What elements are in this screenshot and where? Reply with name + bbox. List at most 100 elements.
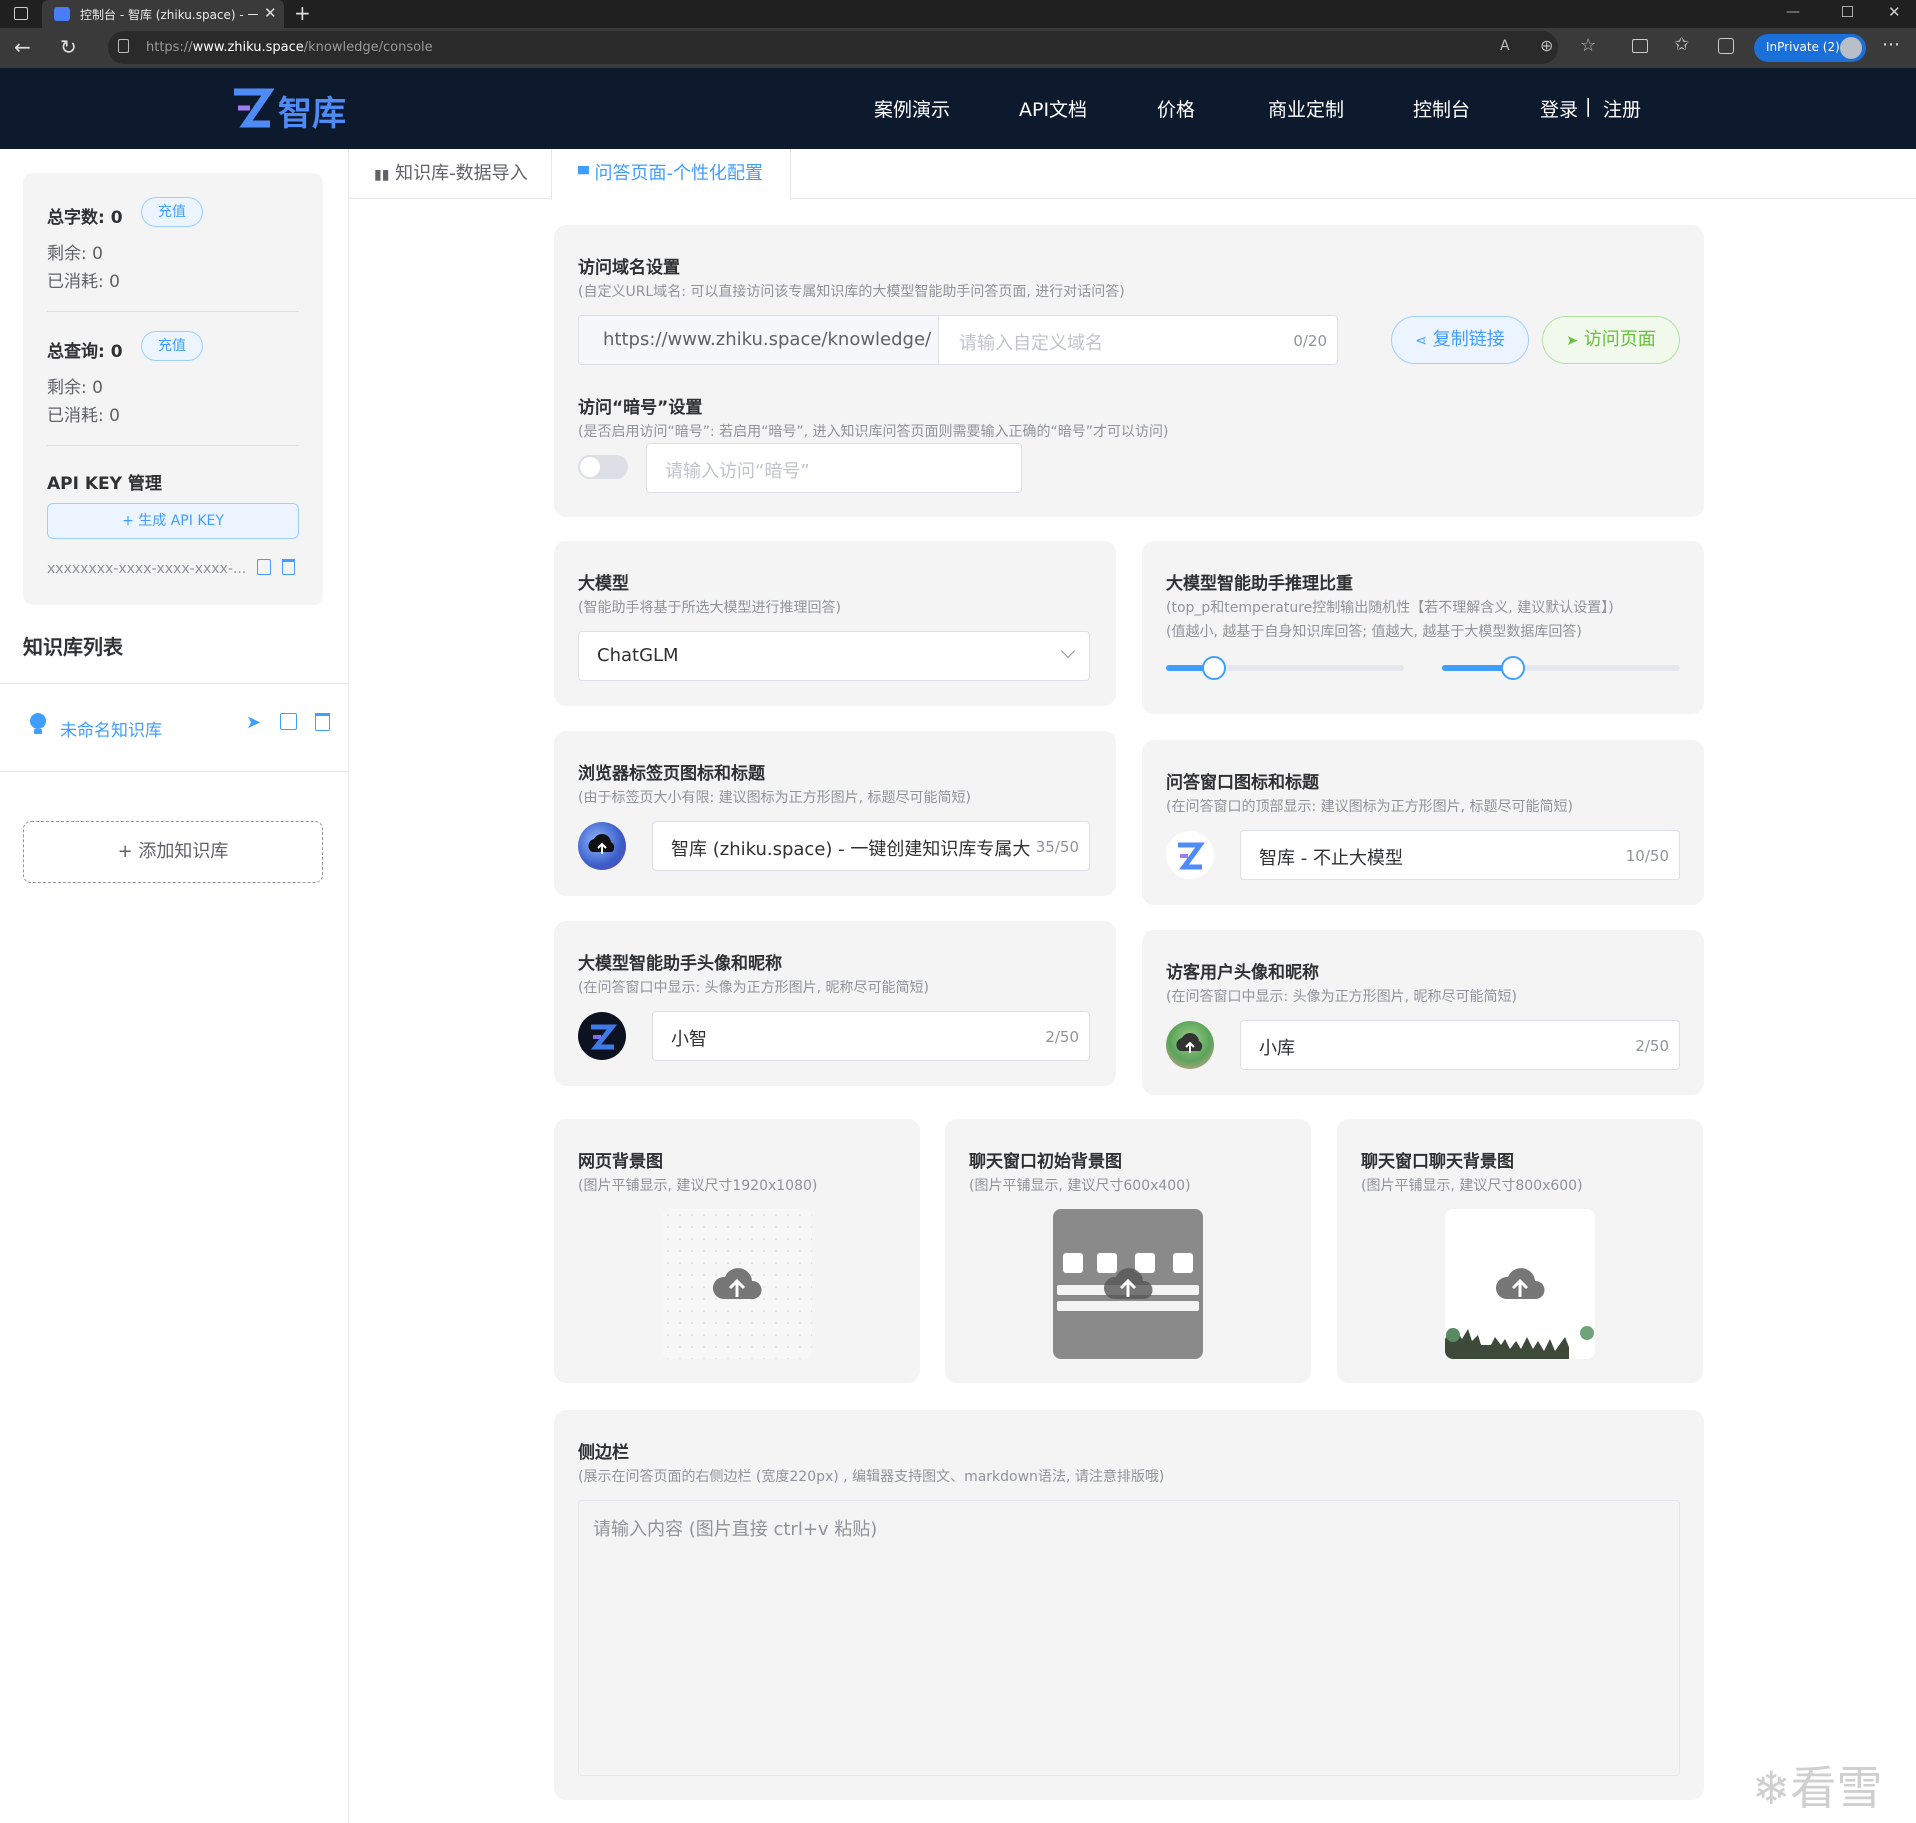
nav-business[interactable]: 商业定制 <box>1268 95 1344 122</box>
apikey-masked: xxxxxxxx-xxxx-xxxx-xxxx-... <box>47 561 247 577</box>
browser-tab-desc: (由于标签页大小有限: 建议图标为正方形图片, 标题尽可能简短) <box>578 790 971 806</box>
lightbulb-icon <box>30 713 46 734</box>
visit-page-button[interactable]: ➤ 访问页面 <box>1542 316 1680 364</box>
forest-illustration <box>1445 1326 1594 1359</box>
profile-avatar <box>1840 37 1862 59</box>
delete-kb-icon[interactable] <box>315 713 330 731</box>
nav-pricing[interactable]: 价格 <box>1157 95 1195 122</box>
nav-login[interactable]: 登录 <box>1540 95 1578 122</box>
visitor-avatar-upload[interactable] <box>1166 1021 1214 1069</box>
assistant-name-input[interactable]: 小智 2/50 <box>652 1011 1090 1061</box>
tab-actions-icon[interactable] <box>14 7 28 20</box>
visitor-desc: (在问答窗口中显示: 头像为正方形图片, 昵称尽可能简短) <box>1166 989 1517 1005</box>
tab-data-import[interactable]: ▮▮ 知识库-数据导入 <box>374 149 528 199</box>
visitor-name-value: 小库 <box>1259 1038 1295 1059</box>
add-kb-button[interactable]: + 添加知识库 <box>23 821 323 883</box>
char-count: 2/50 <box>1635 1037 1669 1055</box>
copy-link-button[interactable]: ⋖ 复制链接 <box>1391 316 1529 364</box>
new-tab-icon[interactable]: + <box>294 1 311 25</box>
close-tab-icon[interactable]: ✕ <box>264 4 277 22</box>
chat-init-bg-desc: (图片平铺显示, 建议尺寸600x400) <box>969 1178 1191 1194</box>
page-bg-upload[interactable] <box>662 1209 812 1359</box>
nav-demo[interactable]: 案例演示 <box>874 95 950 122</box>
inprivate-label: InPrivate (2) <box>1766 40 1840 54</box>
nav-separator: | <box>1585 95 1592 117</box>
url-field[interactable]: https://www.zhiku.space/knowledge/consol… <box>108 31 1596 64</box>
side-panel-editor[interactable]: 请输入内容 (图片直接 ctrl+v 粘贴) <box>578 1500 1680 1776</box>
favorites-icon[interactable]: ✩ <box>1674 34 1689 55</box>
edit-icon[interactable] <box>280 713 297 730</box>
temperature-slider[interactable] <box>1442 656 1680 680</box>
assistant-desc: (在问答窗口中显示: 头像为正方形图片, 昵称尽可能简短) <box>578 980 929 996</box>
browser-tab[interactable]: 控制台 - 智库 (zhiku.space) - 一键 ✕ <box>42 0 284 28</box>
model-selected: ChatGLM <box>597 645 679 666</box>
slider-handle[interactable] <box>1201 656 1226 680</box>
zhiku-logo-icon <box>1178 842 1205 870</box>
custom-domain-input[interactable]: https://www.zhiku.space/knowledge/ 请输入自定… <box>578 315 1338 365</box>
page-tabs: ▮▮ 知识库-数据导入 ▀ 问答页面-个性化配置 <box>349 149 1916 200</box>
refresh-icon[interactable]: ↻ <box>60 35 77 59</box>
qa-window-desc: (在问答窗口的顶部显示: 建议图标为正方形图片, 标题尽可能简短) <box>1166 799 1573 815</box>
paper-plane-icon: ➤ <box>1566 333 1578 349</box>
model-select[interactable]: ChatGLM <box>578 631 1090 681</box>
nav-api-docs[interactable]: API文档 <box>1019 95 1087 122</box>
nav-console[interactable]: 控制台 <box>1413 95 1470 122</box>
site-logo[interactable] <box>230 86 274 130</box>
recharge-words-button[interactable]: 充值 <box>141 197 203 227</box>
close-window-icon[interactable]: ✕ <box>1888 3 1901 21</box>
top-p-slider[interactable] <box>1166 656 1404 680</box>
restore-icon[interactable] <box>1842 6 1853 17</box>
logo-text[interactable]: 智库 <box>278 86 346 135</box>
ratio-title: 大模型智能助手推理比重 <box>1166 574 1353 594</box>
apikey-title: API KEY 管理 <box>47 474 162 494</box>
inprivate-badge[interactable]: InPrivate (2) <box>1754 34 1866 62</box>
recharge-queries-button[interactable]: 充值 <box>141 331 203 361</box>
delete-icon[interactable] <box>282 559 295 575</box>
ratio-card: 大模型智能助手推理比重 (top_p和temperature控制输出随机性【若不… <box>1142 541 1704 714</box>
tab-qa-config[interactable]: ▀ 问答页面-个性化配置 <box>551 149 791 200</box>
slider-handle[interactable] <box>1501 656 1526 680</box>
tab-icon-upload[interactable] <box>578 822 626 870</box>
password-input[interactable]: 请输入访问“暗号” <box>646 443 1022 493</box>
kb-list-item[interactable]: 未命名知识库 ➤ <box>0 683 349 772</box>
preview-tile <box>1173 1253 1193 1273</box>
queries-remaining: 剩余: 0 <box>47 378 103 398</box>
logo-icon <box>234 88 274 128</box>
qa-window-icon-upload[interactable] <box>1166 831 1214 879</box>
password-desc: (是否启用访问“暗号”: 若启用“暗号”, 进入知识库问答页面则需要输入正确的“… <box>578 424 1169 440</box>
nav-register[interactable]: 注册 <box>1603 95 1641 122</box>
domain-char-count: 0/20 <box>1293 332 1327 350</box>
split-screen-icon[interactable] <box>1632 39 1648 53</box>
browser-tab-title-value: 智库 (zhiku.space) - 一键创建知识库专属大模型 <box>671 839 1031 860</box>
bar-chart-icon: ▮▮ <box>374 167 390 183</box>
visitor-title: 访客用户头像和昵称 <box>1166 963 1319 983</box>
visitor-name-input[interactable]: 小库 2/50 <box>1240 1020 1680 1070</box>
domain-placeholder: 请输入自定义域名 <box>959 333 1103 354</box>
site-favicon-icon <box>54 7 70 21</box>
assistant-avatar-upload[interactable] <box>578 1012 626 1060</box>
kb-list-title: 知识库列表 <box>23 635 123 659</box>
browser-tab-title-input[interactable]: 智库 (zhiku.space) - 一键创建知识库专属大模型 35/50 <box>652 821 1090 871</box>
password-toggle[interactable] <box>578 455 628 479</box>
preview-tile <box>1063 1253 1083 1273</box>
page-background-card: 网页背景图 (图片平铺显示, 建议尺寸1920x1080) <box>554 1119 920 1383</box>
kb-item-name[interactable]: 未命名知识库 <box>60 716 162 741</box>
chat-init-bg-upload[interactable] <box>1053 1209 1203 1359</box>
words-remaining: 剩余: 0 <box>47 244 103 264</box>
favorite-star-icon[interactable]: ☆ <box>1580 35 1596 56</box>
generate-apikey-button[interactable]: + 生成 API KEY <box>47 503 299 539</box>
chat-background-card: 聊天窗口聊天背景图 (图片平铺显示, 建议尺寸800x600) <box>1337 1119 1703 1383</box>
minimize-icon[interactable]: — <box>1786 4 1800 20</box>
back-icon[interactable]: ← <box>14 35 31 59</box>
domain-desc: (自定义URL域名: 可以直接访问该专属知识库的大模型智能助手问答页面, 进行对… <box>578 284 1125 300</box>
more-menu-icon[interactable]: ⋯ <box>1882 34 1900 55</box>
page-bg-title: 网页背景图 <box>578 1152 663 1172</box>
send-icon[interactable]: ➤ <box>246 712 261 733</box>
collections-icon[interactable] <box>1718 38 1734 54</box>
read-aloud-icon[interactable]: A <box>1500 38 1510 54</box>
divider <box>47 445 299 446</box>
copy-icon[interactable] <box>257 559 271 575</box>
qa-window-title-input[interactable]: 智库 - 不止大模型 10/50 <box>1240 830 1680 880</box>
chat-bg-upload[interactable] <box>1445 1209 1595 1359</box>
zoom-icon[interactable]: ⊕ <box>1540 36 1553 55</box>
